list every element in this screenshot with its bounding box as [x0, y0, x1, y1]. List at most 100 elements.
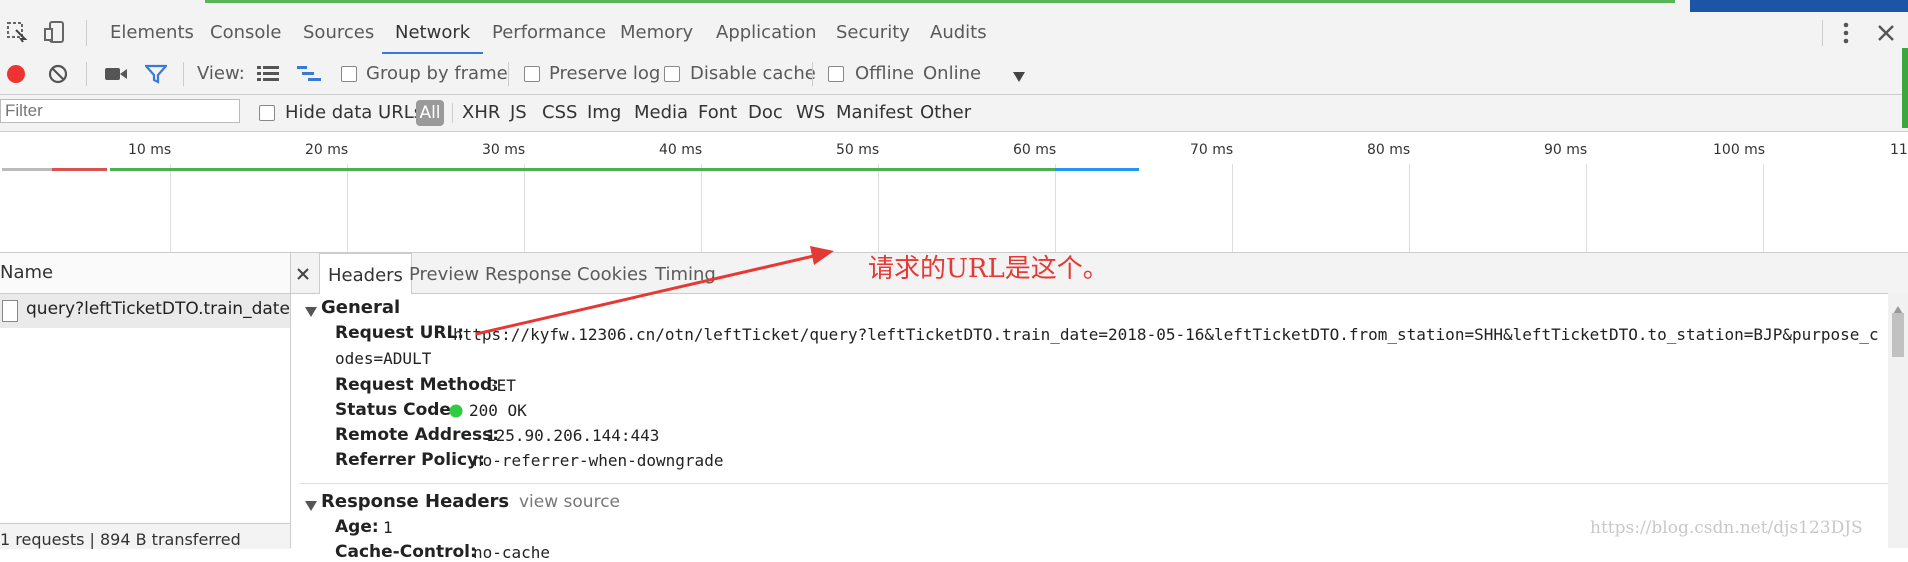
offline-checkbox[interactable]: [828, 66, 844, 82]
remote-address-value: 125.90.206.144:443: [486, 426, 660, 445]
status-code-key: Status Code:: [335, 400, 458, 420]
tab-response[interactable]: Response: [485, 253, 571, 293]
name-column-header[interactable]: Name: [0, 262, 53, 283]
general-section-title[interactable]: General: [321, 297, 400, 318]
tab-cookies[interactable]: Cookies: [577, 253, 647, 293]
type-filter-media[interactable]: Media: [634, 95, 688, 131]
tab-security[interactable]: Security: [836, 12, 910, 54]
timeline-overview[interactable]: 10 ms 20 ms 30 ms 40 ms 50 ms 60 ms 70 m…: [0, 132, 1908, 253]
tab-elements[interactable]: Elements: [110, 12, 194, 54]
view-label: View:: [197, 63, 245, 84]
type-filter-all[interactable]: All: [416, 100, 444, 126]
timeline-tick: 30 ms: [482, 142, 526, 158]
type-filter-font[interactable]: Font: [698, 95, 737, 131]
view-source-link[interactable]: view source: [519, 492, 620, 512]
referrer-policy-key: Referrer Policy:: [335, 450, 485, 470]
request-details: Headers Preview Response Cookies Timing …: [291, 253, 1908, 562]
tab-preview[interactable]: Preview: [409, 253, 479, 293]
tab-timing[interactable]: Timing: [655, 253, 716, 293]
request-list-header: Name: [0, 253, 290, 294]
close-devtools-icon[interactable]: [1876, 23, 1896, 43]
request-row[interactable]: query?leftTicketDTO.train_date...: [0, 294, 306, 328]
window-top-strip: [0, 0, 1908, 12]
hide-data-urls-checkbox[interactable]: [259, 105, 275, 121]
show-overview-icon[interactable]: [297, 66, 321, 82]
timeline-queue-bar: [2, 168, 52, 171]
tab-audits[interactable]: Audits: [930, 12, 987, 54]
referrer-policy-value: no-referrer-when-downgrade: [473, 451, 724, 470]
separator: [1822, 20, 1823, 46]
expand-arrow-icon[interactable]: [305, 496, 317, 515]
request-method-value: GET: [487, 376, 516, 395]
separator: [86, 62, 87, 86]
separator: [452, 103, 453, 123]
tab-application[interactable]: Application: [716, 12, 817, 54]
record-icon[interactable]: [6, 64, 26, 84]
tab-console[interactable]: Console: [210, 12, 281, 54]
inspect-element-icon[interactable]: [6, 21, 28, 43]
timeline-tick: 110: [1890, 142, 1908, 158]
capture-screenshots-icon[interactable]: [104, 66, 128, 82]
type-filter-doc[interactable]: Doc: [748, 95, 783, 131]
tab-sources[interactable]: Sources: [303, 12, 374, 54]
timeline-gridline: [1409, 164, 1410, 252]
request-method-key: Request Method:: [335, 375, 499, 395]
disable-cache-checkbox[interactable]: [664, 66, 680, 82]
large-request-rows-icon[interactable]: [257, 66, 279, 82]
response-headers-section-title[interactable]: Response Headers: [321, 491, 509, 512]
age-value: 1: [383, 518, 393, 537]
type-filter-js[interactable]: JS: [510, 95, 527, 131]
request-name: query?leftTicketDTO.train_date...: [26, 299, 307, 319]
tab-headers[interactable]: Headers: [319, 253, 412, 294]
timeline-gridline: [701, 164, 702, 252]
throttling-select[interactable]: Online: [923, 54, 981, 94]
disable-cache-label: Disable cache: [690, 63, 816, 84]
request-url-value: https://kyfw.12306.cn/otn/leftTicket/que…: [335, 325, 1879, 368]
group-by-frame-label: Group by frame: [366, 63, 508, 84]
status-ok-icon: [449, 403, 463, 418]
status-code-value: 200 OK: [469, 401, 527, 420]
annotation-text: 请求的URL是这个。: [868, 254, 1109, 284]
timeline-gridline: [1232, 164, 1233, 252]
close-details-icon[interactable]: [296, 266, 310, 280]
request-summary: 1 requests | 894 B transferred: [0, 530, 241, 549]
timeline-tick: 50 ms: [836, 142, 880, 158]
type-filter-ws[interactable]: WS: [796, 95, 825, 131]
timeline-connect-bar: [52, 168, 107, 171]
cache-control-value: no-cache: [473, 543, 551, 562]
type-filter-css[interactable]: CSS: [542, 95, 577, 131]
throttling-dropdown-icon[interactable]: [1012, 68, 1026, 82]
separator: [508, 62, 509, 86]
details-scrollbar[interactable]: [1888, 293, 1908, 548]
status-summary-bar: 1 requests | 894 B transferred: [0, 523, 290, 549]
scrollbar-thumb[interactable]: [1892, 313, 1904, 357]
age-key: Age:: [335, 517, 379, 537]
type-filter-img[interactable]: Img: [587, 95, 621, 131]
timeline-tick: 60 ms: [1013, 142, 1057, 158]
preserve-log-checkbox[interactable]: [524, 66, 540, 82]
filter-input[interactable]: [0, 99, 240, 123]
document-icon: [2, 300, 18, 322]
timeline-gridline: [878, 164, 879, 252]
timeline-tick: 10 ms: [128, 142, 172, 158]
type-filter-xhr[interactable]: XHR: [462, 95, 500, 131]
timeline-gridline: [170, 164, 171, 252]
clear-icon[interactable]: [48, 64, 68, 84]
type-filter-other[interactable]: Other: [920, 95, 971, 131]
tab-memory[interactable]: Memory: [620, 12, 693, 54]
page-progress-bar: [205, 0, 1675, 3]
expand-arrow-icon[interactable]: [305, 302, 317, 321]
tab-performance[interactable]: Performance: [492, 12, 606, 54]
timeline-download-bar: [1055, 168, 1139, 171]
type-filter-manifest[interactable]: Manifest: [836, 95, 913, 131]
timeline-tick: 20 ms: [305, 142, 349, 158]
device-toolbar-icon[interactable]: [44, 20, 66, 44]
group-by-frame-checkbox[interactable]: [341, 66, 357, 82]
tab-network[interactable]: Network: [382, 12, 484, 54]
timeline-gridline: [1586, 164, 1587, 252]
preserve-log-label: Preserve log: [549, 63, 661, 84]
separator: [86, 20, 87, 46]
more-options-icon[interactable]: [1840, 20, 1852, 46]
filter-icon[interactable]: [143, 64, 169, 84]
timeline-gridline: [524, 164, 525, 252]
